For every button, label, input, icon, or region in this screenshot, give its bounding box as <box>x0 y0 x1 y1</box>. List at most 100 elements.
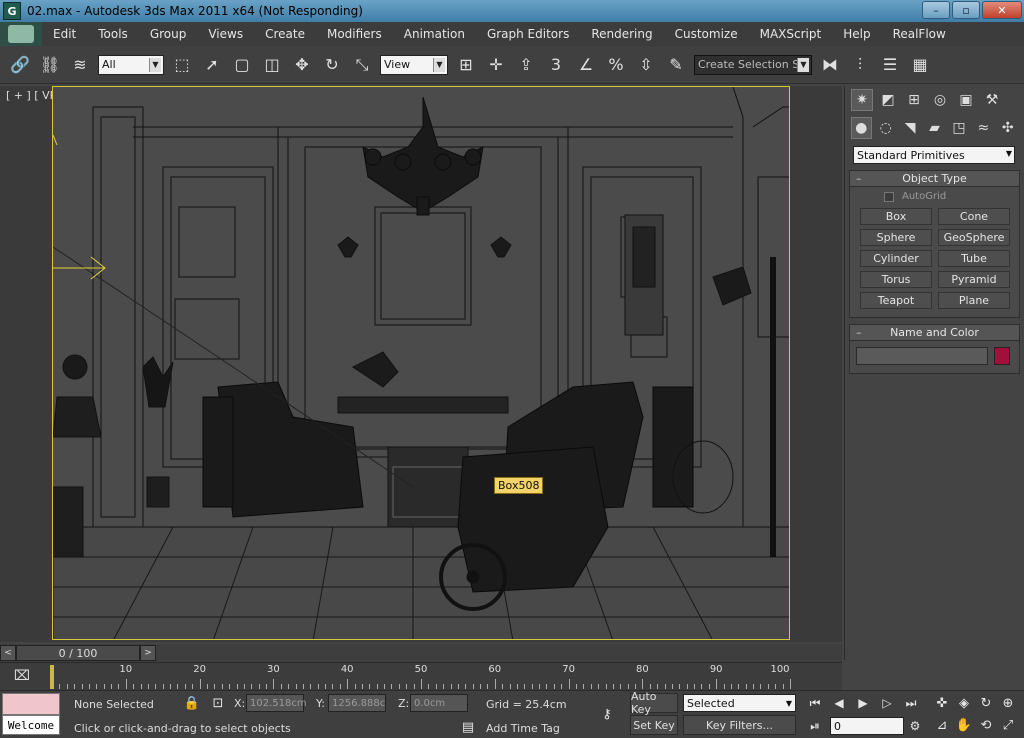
menu-create[interactable]: Create <box>254 27 316 41</box>
sphere-button[interactable]: Sphere <box>860 229 932 246</box>
key-filters-button[interactable]: Key Filters... <box>683 715 796 735</box>
select-object-icon[interactable]: ⬚ <box>170 52 194 78</box>
time-slider-track[interactable] <box>156 645 842 661</box>
zoom-all-icon[interactable]: ◈ <box>954 693 974 713</box>
helpers-icon[interactable]: ◳ <box>949 117 969 139</box>
minimize-button[interactable]: – <box>922 1 950 19</box>
field-of-view-icon[interactable]: ⊿ <box>932 715 952 735</box>
track-bar[interactable]: ⌧ 10 20 30 40 50 60 70 80 90 100 <box>0 662 842 690</box>
lock-selection-icon[interactable]: 🔒 <box>182 693 202 713</box>
keyboard-shortcut-icon[interactable]: ⇪ <box>514 52 538 78</box>
orbit-icon[interactable]: ↻ <box>976 693 996 713</box>
menu-graph-editors[interactable]: Graph Editors <box>476 27 580 41</box>
autogrid-checkbox[interactable] <box>884 191 894 202</box>
torus-button[interactable]: Torus <box>860 271 932 288</box>
menu-rendering[interactable]: Rendering <box>580 27 663 41</box>
select-by-name-icon[interactable]: ➚ <box>200 52 224 78</box>
layer-icon[interactable]: ☰ <box>878 52 902 78</box>
safe-frame[interactable]: Box508 <box>52 86 790 640</box>
auto-key-button[interactable]: Auto Key <box>630 690 678 716</box>
x-coord-input[interactable]: 102.518cm <box>246 694 307 712</box>
y-coord-input[interactable]: 1256.888c <box>328 694 386 712</box>
viewport-camera[interactable]: [ + ] [ VRayPhysicalCamera001 ] [ Wirefr… <box>0 86 842 642</box>
next-frame-icon[interactable]: ▷ <box>878 694 896 712</box>
maximize-viewport-icon[interactable]: ⊕ <box>998 693 1018 713</box>
tube-button[interactable]: Tube <box>938 250 1010 267</box>
rect-region-icon[interactable]: ▢ <box>230 52 254 78</box>
window-crossing-icon[interactable]: ◫ <box>260 52 284 78</box>
pan-icon[interactable]: ✋ <box>954 715 974 735</box>
maximize-button[interactable]: ▫ <box>952 1 980 19</box>
scale-icon[interactable]: ⤡ <box>350 52 374 78</box>
menu-customize[interactable]: Customize <box>664 27 749 41</box>
primitive-type-dropdown[interactable]: Standard Primitives ▼ <box>853 146 1015 164</box>
menu-modifiers[interactable]: Modifiers <box>316 27 393 41</box>
application-button[interactable] <box>0 22 42 46</box>
teapot-button[interactable]: Teapot <box>860 292 932 309</box>
shapes-icon[interactable]: ◌ <box>876 117 896 139</box>
menu-maxscript[interactable]: MAXScript <box>749 27 833 41</box>
zoom-icon[interactable]: ✜ <box>932 693 952 713</box>
curve-editor-icon[interactable]: ⌧ <box>12 667 32 685</box>
utilities-tab-icon[interactable]: ⚒ <box>981 89 1003 111</box>
time-config-icon[interactable]: ⚙ <box>906 717 924 735</box>
object-name-input[interactable] <box>856 347 988 365</box>
geometry-icon[interactable]: ● <box>851 117 872 139</box>
selection-filter-dropdown[interactable]: All ▼ <box>98 54 164 75</box>
app-icon[interactable]: G <box>3 2 21 20</box>
link-icon[interactable]: 🔗 <box>8 52 32 78</box>
pivot-icon[interactable]: ⊞ <box>454 52 478 78</box>
time-slider-prev-button[interactable]: < <box>0 645 16 661</box>
systems-icon[interactable]: ✣ <box>998 117 1018 139</box>
create-tab-icon[interactable]: ✷ <box>851 89 873 111</box>
name-and-color-header[interactable]: – Name and Color <box>850 325 1019 341</box>
motion-tab-icon[interactable]: ◎ <box>929 89 951 111</box>
percent-snap-icon[interactable]: % <box>604 52 628 78</box>
menu-views[interactable]: Views <box>197 27 254 41</box>
spinner-snap-icon[interactable]: ⇳ <box>634 52 658 78</box>
object-color-swatch[interactable] <box>994 347 1010 365</box>
named-selection-sets-dropdown[interactable]: Create Selection Se ▼ <box>694 54 812 75</box>
display-tab-icon[interactable]: ▣ <box>955 89 977 111</box>
ref-coord-dropdown[interactable]: View ▼ <box>380 54 448 75</box>
box-button[interactable]: Box <box>860 208 932 225</box>
unlink-icon[interactable]: ⛓ <box>38 52 62 78</box>
move-icon[interactable]: ✥ <box>290 52 314 78</box>
pyramid-button[interactable]: Pyramid <box>938 271 1010 288</box>
frame-ruler[interactable]: 10 20 30 40 50 60 70 80 90 100 <box>52 663 791 691</box>
z-coord-input[interactable]: 0.0cm <box>410 694 468 712</box>
menu-animation[interactable]: Animation <box>393 27 476 41</box>
manipulate-icon[interactable]: ✛ <box>484 52 508 78</box>
rotate-icon[interactable]: ↻ <box>320 52 344 78</box>
menu-realflow[interactable]: RealFlow <box>882 27 957 41</box>
snap-toggle-icon[interactable]: 3 <box>544 52 568 78</box>
align-icon[interactable]: ⫶ <box>848 52 872 78</box>
wireframe-scene[interactable] <box>53 87 790 640</box>
min-max-toggle-icon[interactable]: ⤢ <box>998 715 1018 735</box>
key-mode-dropdown[interactable]: Selected ▼ <box>683 694 796 712</box>
graphite-icon[interactable]: ▦ <box>908 52 932 78</box>
current-frame-input[interactable]: 0 <box>830 717 904 735</box>
menu-edit[interactable]: Edit <box>42 27 87 41</box>
key-mode-toggle-icon[interactable]: ⏯ <box>806 717 824 735</box>
hierarchy-tab-icon[interactable]: ⊞ <box>903 89 925 111</box>
arc-rotate-icon[interactable]: ⟲ <box>976 715 996 735</box>
spacewarps-icon[interactable]: ≈ <box>973 117 993 139</box>
geosphere-button[interactable]: GeoSphere <box>938 229 1010 246</box>
add-time-tag-button[interactable]: Add Time Tag <box>482 718 582 738</box>
angle-snap-icon[interactable]: ∠ <box>574 52 598 78</box>
menu-group[interactable]: Group <box>139 27 198 41</box>
bind-spacewarp-icon[interactable]: ≋ <box>68 52 92 78</box>
modify-tab-icon[interactable]: ◩ <box>877 89 899 111</box>
go-to-start-icon[interactable]: ⏮ <box>806 694 824 712</box>
time-slider-thumb[interactable]: 0 / 100 <box>16 645 140 661</box>
current-frame-marker[interactable] <box>50 665 54 689</box>
lights-icon[interactable]: ◥ <box>900 117 920 139</box>
welcome-label[interactable]: Welcome <box>2 715 60 735</box>
cone-button[interactable]: Cone <box>938 208 1010 225</box>
object-type-header[interactable]: – Object Type <box>850 171 1019 187</box>
cameras-icon[interactable]: ▰ <box>924 117 944 139</box>
close-button[interactable]: ✕ <box>982 1 1022 19</box>
autogrid-option[interactable]: AutoGrid <box>850 187 1019 204</box>
go-to-end-icon[interactable]: ⏭ <box>902 694 920 712</box>
